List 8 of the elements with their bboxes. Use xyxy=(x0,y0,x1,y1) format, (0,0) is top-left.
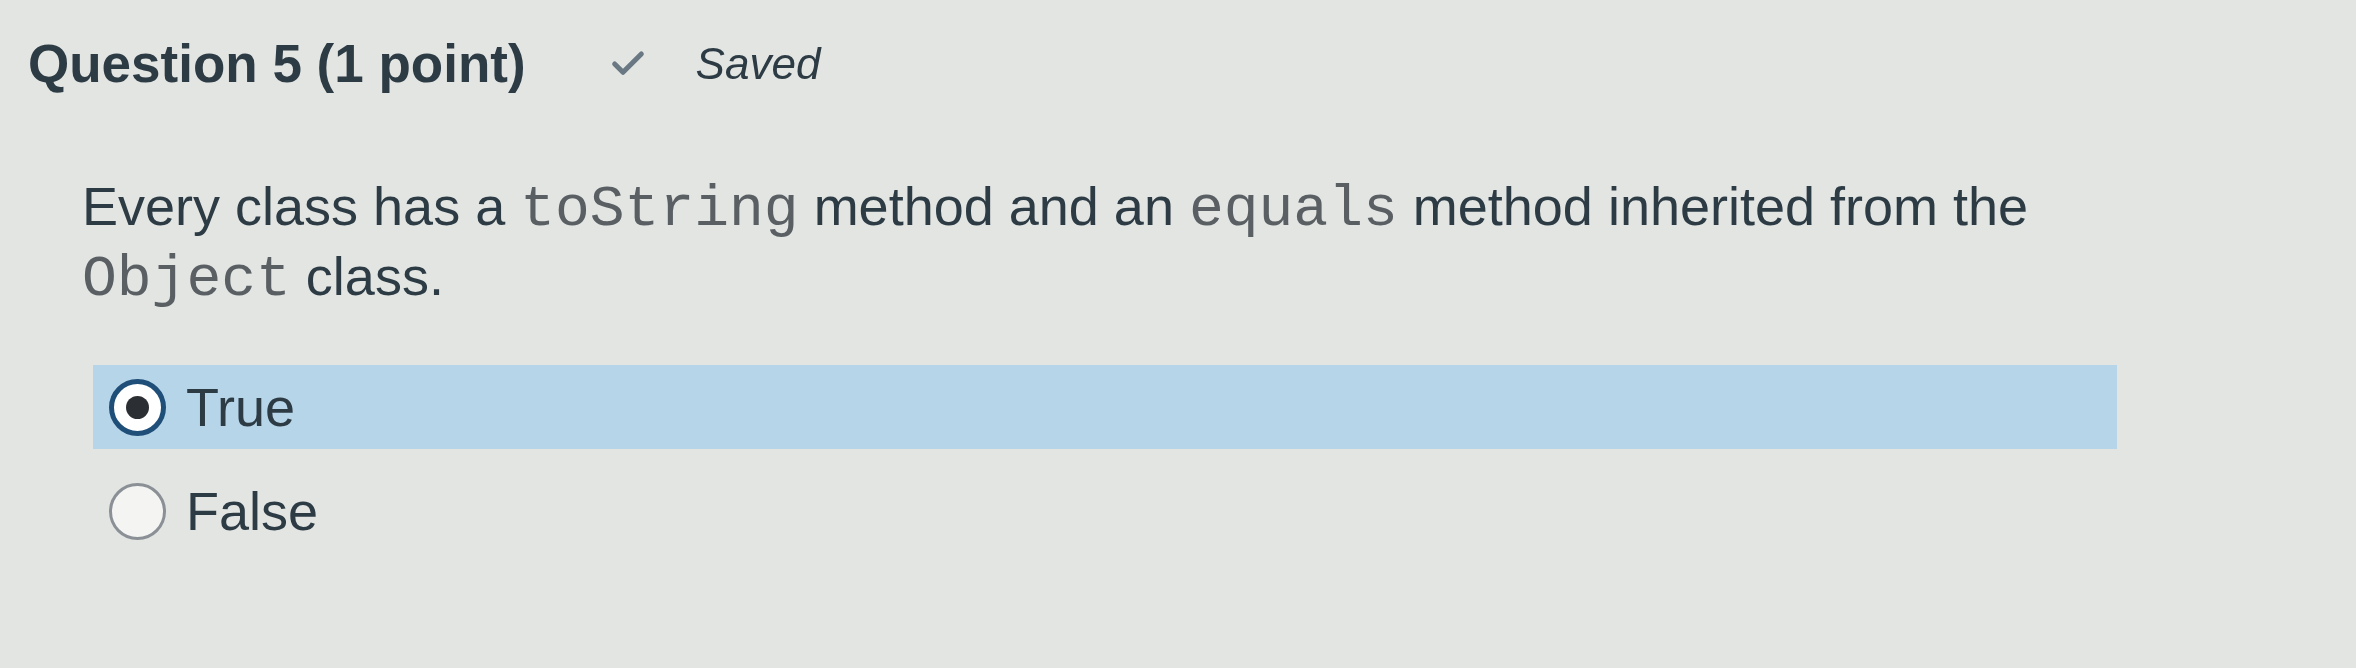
radio-button[interactable] xyxy=(109,482,166,540)
option-label[interactable]: True xyxy=(186,377,296,437)
question-title: Question 5 (1 point) xyxy=(28,33,526,95)
option-label[interactable]: False xyxy=(186,481,319,541)
saved-status: Saved xyxy=(695,38,821,90)
question-text: Every class has a toString method and an equals method inherited from the Object class. xyxy=(82,175,2030,313)
radio-button[interactable] xyxy=(109,378,166,436)
selected-option-highlight[interactable]: True xyxy=(93,365,2117,449)
